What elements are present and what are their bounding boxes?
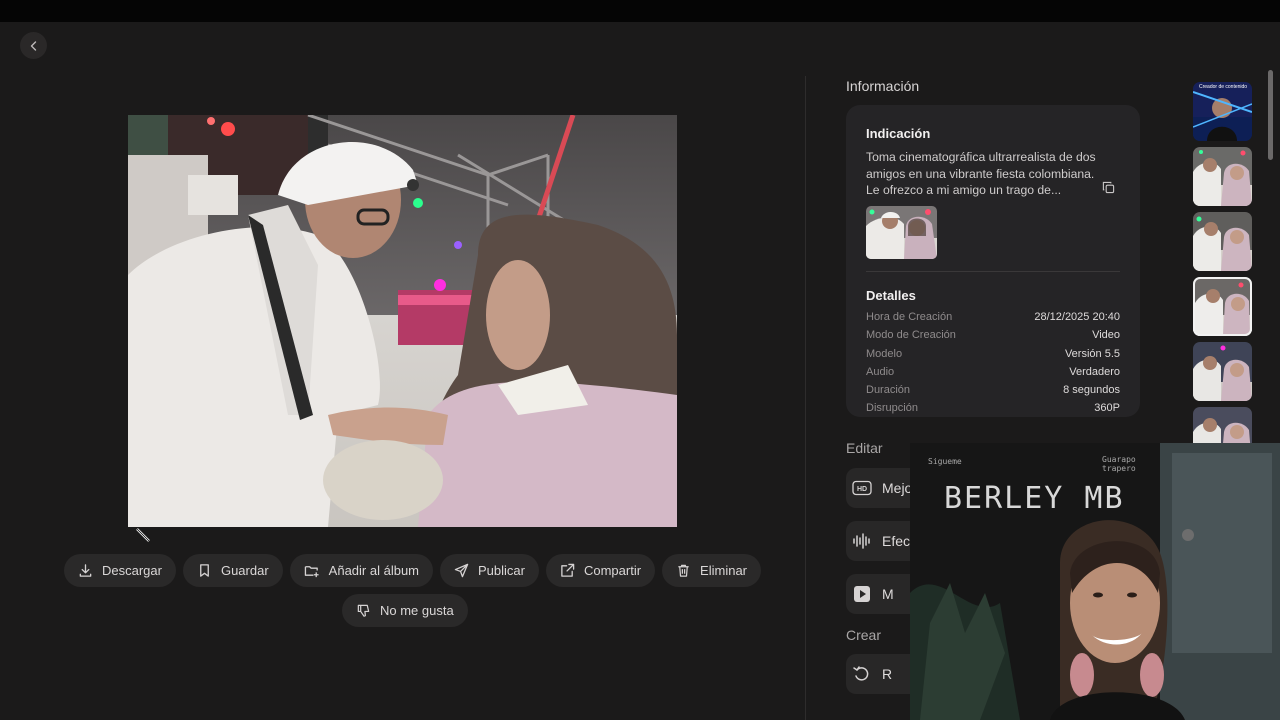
copy-icon[interactable] (1102, 181, 1115, 199)
waveform-icon (853, 533, 870, 549)
detail-value: 28/12/2025 20:40 (1034, 311, 1120, 323)
info-card: Indicación Toma cinematográfica ultrarre… (846, 105, 1140, 417)
thumbnail-item[interactable]: Creador de contenido (1193, 82, 1252, 141)
wall-text-small-left: Sigueme (928, 457, 962, 466)
detail-key: Modo de Creación (866, 329, 956, 342)
thumbs-down-icon (357, 604, 370, 617)
publish-button[interactable]: Publicar (440, 554, 539, 587)
regenerate-label: R (882, 666, 893, 682)
chevron-left-icon (30, 40, 36, 51)
top-bar (0, 0, 1280, 22)
enhance-label: Mejo (882, 480, 913, 496)
svg-text:HD: HD (857, 486, 867, 493)
refresh-icon (853, 666, 869, 681)
share-icon (561, 563, 575, 577)
detail-row: Disrupción 360P (866, 402, 1120, 417)
indication-heading: Indicación (866, 126, 931, 141)
detail-value: Versión 5.5 (1064, 347, 1120, 360)
thumbnail-list: Creador de contenido (1193, 82, 1253, 444)
detail-row: Audio Verdadero (866, 366, 1120, 384)
reference-image[interactable] (866, 206, 937, 259)
edit-section-label: Editar (846, 440, 883, 456)
dislike-button[interactable]: No me gusta (342, 594, 468, 627)
download-button[interactable]: Descargar (64, 554, 176, 587)
video-preview[interactable] (128, 115, 677, 527)
detail-row: Duración 8 segundos (866, 384, 1120, 402)
music-video-icon (854, 586, 870, 602)
info-title: Información (846, 78, 920, 94)
media-actions: Descargar Guardar Añadir al álbum Public… (64, 554, 762, 587)
delete-button[interactable]: Eliminar (662, 554, 762, 587)
webcam-overlay: BERLEY MB Sigueme Guarapo trapero (910, 443, 1280, 720)
detail-key: Modelo (866, 347, 903, 360)
detail-row: Modelo Versión 5.5 (866, 348, 1120, 366)
detail-key: Audio (866, 365, 895, 378)
trash-icon (678, 564, 689, 577)
thumbnail-scrollbar[interactable] (1268, 70, 1273, 160)
panel-divider (805, 76, 806, 720)
download-label: Descargar (102, 563, 162, 578)
share-label: Compartir (583, 563, 642, 578)
card-separator (866, 271, 1120, 272)
hd-icon: HD (852, 480, 872, 496)
thumbnail-item-selected[interactable] (1193, 277, 1252, 336)
back-button[interactable] (20, 32, 47, 59)
thumbnail-item[interactable] (1193, 342, 1252, 401)
detail-value: Verdadero (1069, 365, 1120, 378)
wall-text: BERLEY MB (944, 481, 1125, 516)
details-heading: Detalles (866, 288, 916, 303)
delete-label: Eliminar (700, 563, 748, 578)
prompt-text: Toma cinematográfica ultrarrealista de d… (866, 150, 1096, 197)
detail-row: Modo de Creación Video (866, 329, 1120, 347)
thumbnail-item[interactable] (1193, 147, 1252, 206)
detail-key: Disrupción (866, 402, 918, 415)
bookmark-icon (200, 564, 209, 577)
add-to-album-button[interactable]: Añadir al álbum (289, 554, 433, 587)
share-button[interactable]: Compartir (545, 554, 656, 587)
mouse-cursor (136, 528, 152, 549)
detail-value: 360P (1094, 402, 1120, 415)
detail-key: Hora de Creación (866, 311, 953, 323)
send-icon (454, 563, 469, 578)
save-label: Guardar (220, 563, 269, 578)
wall-text-small-right: Guarapo trapero (1102, 455, 1136, 473)
publish-label: Publicar (478, 563, 525, 578)
detail-row: Hora de Creación 28/12/2025 20:40 (866, 311, 1120, 329)
save-button[interactable]: Guardar (182, 554, 283, 587)
detail-value: 8 segundos (1063, 384, 1120, 397)
thumbnail-item[interactable] (1193, 407, 1252, 444)
dislike-label: No me gusta (380, 603, 454, 618)
add-to-album-label: Añadir al álbum (328, 563, 419, 578)
detail-value: Video (1092, 329, 1120, 342)
thumbnail-caption: Creador de contenido (1199, 84, 1248, 90)
music-video-label: M (882, 586, 894, 602)
create-section-label: Crear (846, 627, 882, 643)
download-icon (79, 564, 92, 577)
thumbnail-item[interactable] (1193, 212, 1252, 271)
media-actions-secondary: No me gusta (342, 594, 468, 627)
detail-key: Duración (866, 384, 911, 397)
details-list: Hora de Creación 28/12/2025 20:40 Modo de… (866, 311, 1120, 417)
add-to-album-icon (304, 566, 319, 578)
